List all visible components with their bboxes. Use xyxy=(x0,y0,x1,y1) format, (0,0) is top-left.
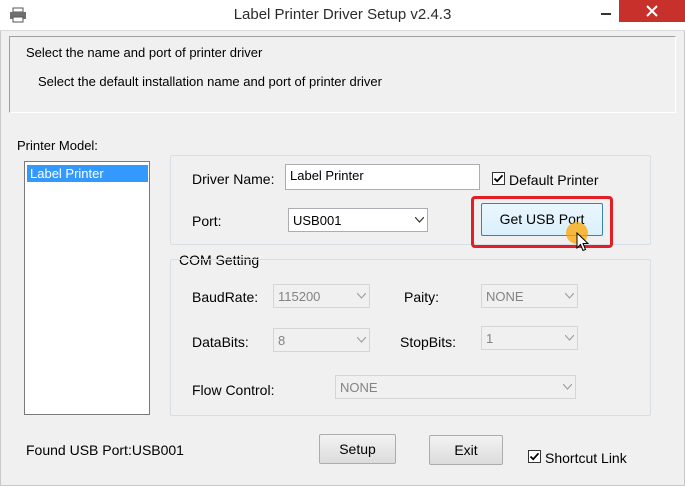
chevron-down-icon xyxy=(411,209,427,231)
port-label: Port: xyxy=(192,213,222,229)
chevron-down-icon xyxy=(559,376,575,398)
flow-control-label: Flow Control: xyxy=(192,382,275,398)
parity-dropdown[interactable]: NONE xyxy=(481,284,578,308)
close-icon xyxy=(646,5,658,17)
shortcut-link-label[interactable]: Shortcut Link xyxy=(545,450,627,466)
exit-button[interactable]: Exit xyxy=(429,435,503,465)
stopbits-dropdown[interactable]: 1 xyxy=(481,326,578,350)
printer-model-list[interactable]: Label Printer xyxy=(24,161,150,415)
shortcut-link-checkbox[interactable] xyxy=(528,450,541,463)
minimize-button[interactable] xyxy=(592,0,620,22)
minimize-icon xyxy=(601,13,611,15)
flow-control-value: NONE xyxy=(340,380,378,395)
printer-model-label: Printer Model: xyxy=(17,138,98,153)
checkmark-icon xyxy=(493,174,504,183)
port-dropdown[interactable]: USB001 xyxy=(288,208,428,232)
driver-name-field[interactable]: Label Printer xyxy=(285,164,480,190)
title-bar[interactable]: Label Printer Driver Setup v2.4.3 xyxy=(0,0,685,31)
driver-name-label: Driver Name: xyxy=(192,171,275,187)
highlight-box xyxy=(471,196,613,248)
stopbits-value: 1 xyxy=(486,331,494,346)
close-button[interactable] xyxy=(619,0,685,22)
chevron-down-icon xyxy=(561,327,577,349)
window-title: Label Printer Driver Setup v2.4.3 xyxy=(233,6,452,23)
parity-value: NONE xyxy=(486,289,524,304)
header-subheading: Select the default installation name and… xyxy=(38,74,382,89)
default-printer-checkbox[interactable] xyxy=(492,172,505,185)
list-item[interactable]: Label Printer xyxy=(27,165,148,182)
chevron-down-icon xyxy=(353,285,369,307)
mouse-pointer-icon xyxy=(576,232,590,252)
databits-label: DataBits: xyxy=(192,334,249,350)
flow-control-dropdown[interactable]: NONE xyxy=(335,375,576,399)
databits-dropdown[interactable]: 8 xyxy=(273,328,370,352)
stopbits-label: StopBits: xyxy=(400,334,457,350)
chevron-down-icon xyxy=(353,329,369,351)
setup-button[interactable]: Setup xyxy=(319,434,396,464)
baudrate-value: 115200 xyxy=(278,289,321,304)
baudrate-label: BaudRate: xyxy=(192,289,259,305)
databits-value: 8 xyxy=(278,333,286,348)
port-dropdown-value: USB001 xyxy=(293,213,342,228)
chevron-down-icon xyxy=(561,285,577,307)
header-heading: Select the name and port of printer driv… xyxy=(26,45,263,60)
baudrate-dropdown[interactable]: 115200 xyxy=(273,284,370,308)
default-printer-label[interactable]: Default Printer xyxy=(509,172,598,188)
parity-label: Paity: xyxy=(404,289,440,305)
checkmark-icon xyxy=(529,452,540,461)
status-text: Found USB Port:USB001 xyxy=(26,442,184,458)
